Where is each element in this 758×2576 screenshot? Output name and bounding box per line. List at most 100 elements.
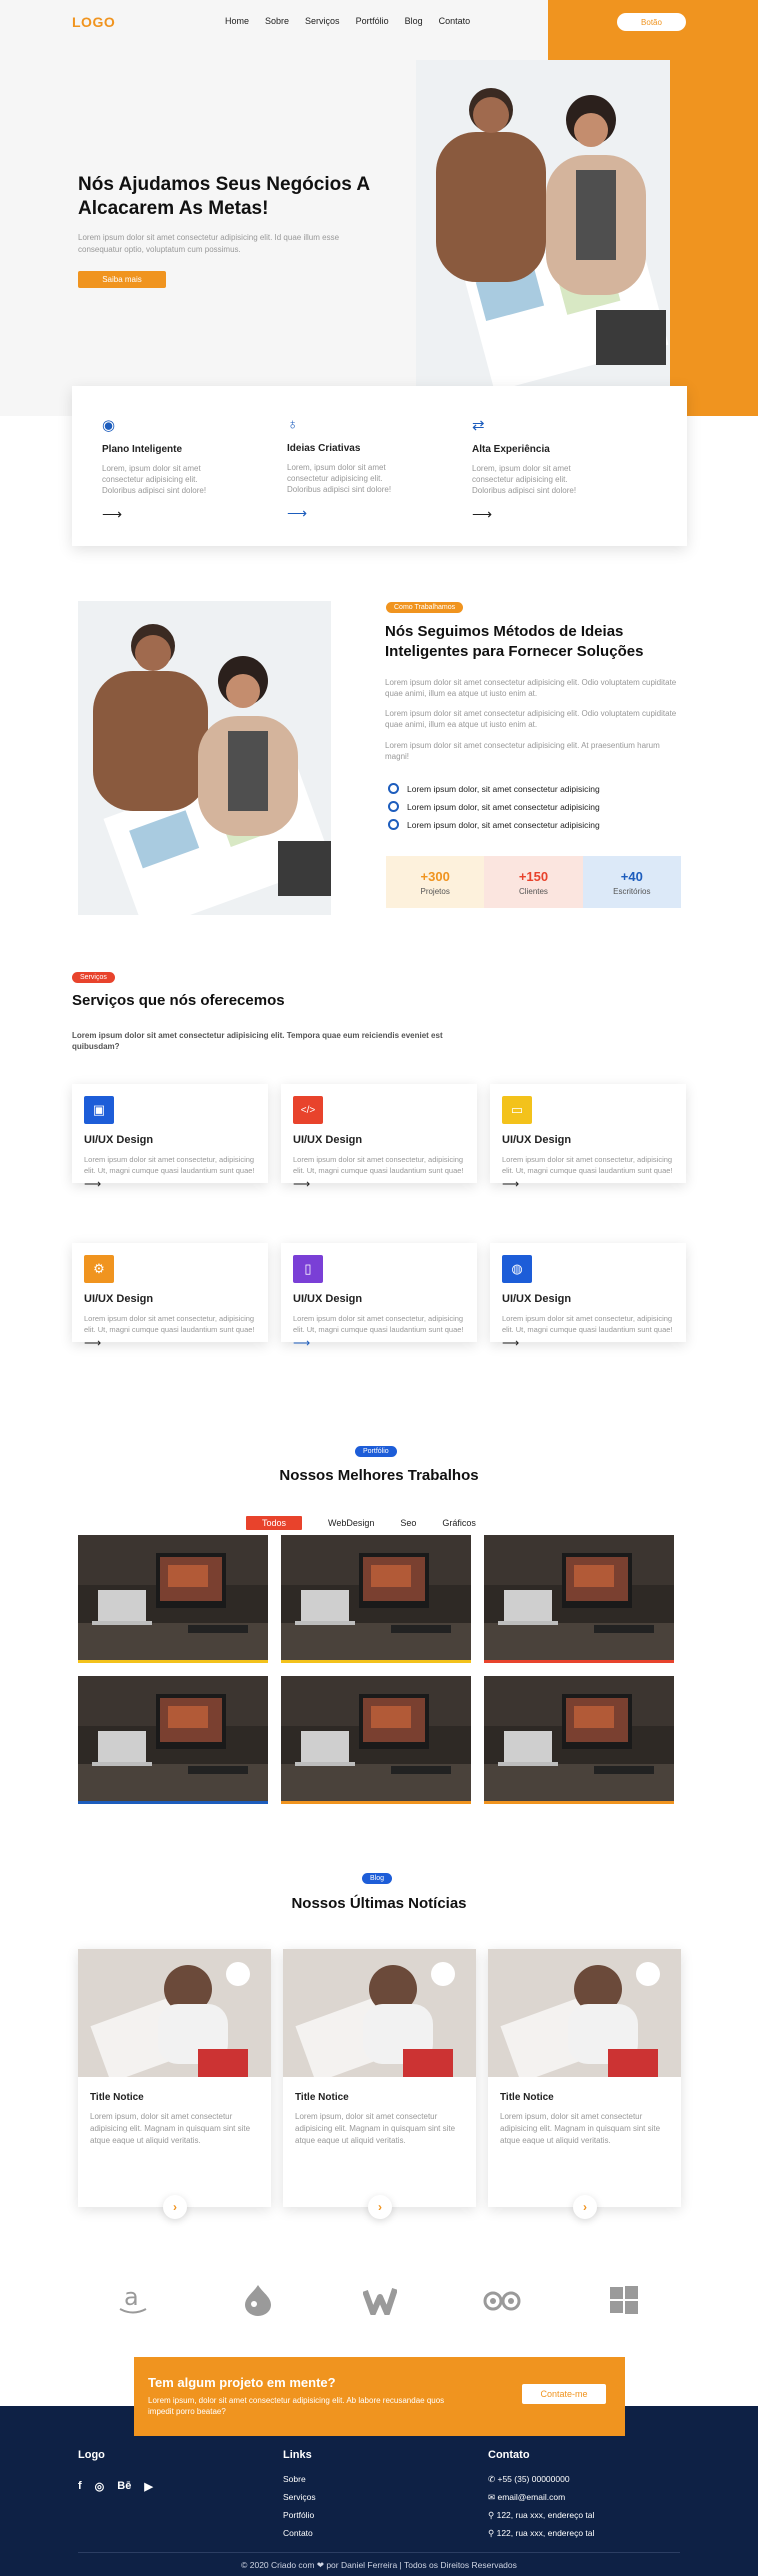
stat-value: +150 [518, 868, 549, 884]
post-title: Title Notice [295, 2092, 349, 2103]
chevron-right-icon[interactable]: › [573, 2195, 597, 2219]
blog-post-card[interactable]: Title Notice Lorem ipsum, dolor sit amet… [488, 1949, 681, 2207]
behance-icon[interactable]: Bē [117, 2480, 131, 2493]
footer-logo[interactable]: Logo [78, 2449, 105, 2461]
arrow-right-icon[interactable]: ⟶ [502, 1177, 674, 1191]
arrow-right-icon[interactable]: ⟶ [293, 1336, 465, 1350]
portfolio-accent-bar [484, 1801, 674, 1804]
address-text: 122, rua xxx, endereço tal [496, 2510, 595, 2520]
service-title: UI/UX Design [293, 1293, 363, 1305]
arrow-right-icon[interactable]: ⟶ [84, 1336, 256, 1350]
post-text: Lorem ipsum, dolor sit amet consectetur … [295, 2112, 456, 2145]
stat-value: +40 [620, 868, 643, 884]
nav-home[interactable]: Home [225, 16, 249, 26]
youtube-icon[interactable]: ▶ [144, 2480, 152, 2493]
arrow-right-icon[interactable]: ⟶ [84, 1177, 256, 1191]
service-title: UI/UX Design [502, 1134, 572, 1146]
service-card[interactable]: ◍ UI/UX Design Lorem ipsum dolor sit ame… [490, 1243, 686, 1350]
circle-check-icon [388, 819, 399, 830]
arrow-right-icon[interactable]: ⟶ [502, 1336, 674, 1350]
blog-post-image [283, 1949, 476, 2077]
facebook-icon[interactable]: f [78, 2480, 82, 2493]
portfolio-item[interactable] [281, 1676, 471, 1804]
check-item: Lorem ipsum dolor, sit amet consectetur … [388, 819, 600, 830]
service-title: UI/UX Design [84, 1134, 154, 1146]
id-card-icon: ▣ [84, 1096, 114, 1124]
footer-links: Sobre Serviços Portfólio Contato [283, 2470, 316, 2542]
tab-webdesign[interactable]: WebDesign [328, 1518, 374, 1528]
circle-check-icon [388, 783, 399, 794]
stat-label: Clientes [519, 886, 548, 896]
service-card[interactable]: </> UI/UX Design Lorem ipsum dolor sit a… [281, 1084, 477, 1191]
svg-text:a: a [124, 2283, 139, 2311]
portfolio-item[interactable] [484, 1676, 674, 1804]
drupal-icon [238, 2280, 278, 2320]
check-item: Lorem ipsum dolor, sit amet consectetur … [388, 783, 600, 794]
address-text: 122, rua xxx, endereço tal [496, 2528, 595, 2538]
nav-servicos[interactable]: Serviços [305, 16, 340, 26]
chevron-right-icon[interactable]: › [163, 2195, 187, 2219]
links-heading: Links [283, 2449, 312, 2461]
nav-portfolio[interactable]: Portfólio [356, 16, 389, 26]
nav-contato[interactable]: Contato [439, 16, 471, 26]
header-button[interactable]: Botão [617, 13, 686, 31]
arrow-right-icon[interactable]: ⟶ [472, 506, 637, 523]
windows-icon [604, 2280, 644, 2320]
feature-item: ⇄ Alta Experiência Lorem, ipsum dolor si… [472, 416, 657, 546]
blog-post-card[interactable]: Title Notice Lorem ipsum, dolor sit amet… [78, 1949, 271, 2207]
arrow-right-icon[interactable]: ⟶ [102, 506, 267, 523]
chevron-right-icon[interactable]: › [368, 2195, 392, 2219]
service-text: Lorem ipsum dolor sit amet consectetur, … [502, 1155, 673, 1175]
footer-link-portfolio[interactable]: Portfólio [283, 2506, 316, 2524]
service-text: Lorem ipsum dolor sit amet consectetur, … [84, 1314, 255, 1334]
contact-button[interactable]: Contate-me [522, 2384, 606, 2404]
portfolio-accent-bar [281, 1660, 471, 1663]
service-card[interactable]: ▭ UI/UX Design Lorem ipsum dolor sit ame… [490, 1084, 686, 1191]
stat-clients: +150 Clientes [484, 856, 583, 908]
blog-post-card[interactable]: Title Notice Lorem ipsum, dolor sit amet… [283, 1949, 476, 2207]
lightbulb-icon: ♁ [287, 416, 299, 433]
service-title: UI/UX Design [293, 1134, 363, 1146]
wattpad-icon [360, 2280, 400, 2320]
hero-cta-button[interactable]: Saiba mais [78, 271, 166, 288]
arrow-right-icon[interactable]: ⟶ [293, 1177, 465, 1191]
footer-link-servicos[interactable]: Serviços [283, 2488, 316, 2506]
portfolio-item[interactable] [78, 1535, 268, 1663]
nav-sobre[interactable]: Sobre [265, 16, 289, 26]
service-card[interactable]: ▯ UI/UX Design Lorem ipsum dolor sit ame… [281, 1243, 477, 1350]
phone-text: +55 (35) 00000000 [497, 2474, 570, 2484]
contact-address: ⚲ 122, rua xxx, endereço tal [488, 2506, 594, 2524]
portfolio-item[interactable] [484, 1535, 674, 1663]
service-text: Lorem ipsum dolor sit amet consectetur, … [502, 1314, 673, 1334]
stat-label: Escritórios [613, 886, 651, 896]
post-text: Lorem ipsum, dolor sit amet consectetur … [500, 2112, 661, 2145]
social-links: f ◎ Bē ▶ [78, 2480, 153, 2493]
tab-graficos[interactable]: Gráficos [442, 1518, 476, 1528]
services-subtitle: Lorem ipsum dolor sit amet consectetur a… [72, 1031, 443, 1051]
tab-seo[interactable]: Seo [400, 1518, 416, 1528]
portfolio-tabs: Todos WebDesign Seo Gráficos [246, 1516, 476, 1530]
portfolio-accent-bar [78, 1801, 268, 1804]
nav-blog[interactable]: Blog [405, 16, 423, 26]
feature-title: Plano Inteligente [102, 444, 183, 455]
tab-todos[interactable]: Todos [246, 1516, 303, 1530]
arrow-right-icon[interactable]: ⟶ [287, 505, 452, 522]
logo[interactable]: LOGO [72, 14, 115, 30]
footer-link-contato[interactable]: Contato [283, 2524, 316, 2542]
portfolio-item[interactable] [78, 1676, 268, 1804]
service-card[interactable]: ⚙ UI/UX Design Lorem ipsum dolor sit ame… [72, 1243, 268, 1350]
feature-item: ♁ Ideias Criativas Lorem, ipsum dolor si… [287, 416, 472, 546]
instagram-icon[interactable]: ◎ [95, 2480, 105, 2493]
email-text[interactable]: email@email.com [497, 2492, 565, 2502]
tripadvisor-icon [482, 2280, 522, 2320]
method-badge: Como Trabalhamos [386, 602, 464, 613]
footer-link-sobre[interactable]: Sobre [283, 2470, 316, 2488]
portfolio-accent-bar [281, 1801, 471, 1804]
exchange-icon: ⇄ [472, 417, 485, 434]
portfolio-item[interactable] [281, 1535, 471, 1663]
contact-heading: Contato [488, 2449, 530, 2461]
footer-divider [78, 2552, 680, 2553]
service-card[interactable]: ▣ UI/UX Design Lorem ipsum dolor sit ame… [72, 1084, 268, 1191]
check-label: Lorem ipsum dolor, sit amet consectetur … [407, 801, 600, 812]
gears-icon: ⚙ [84, 1255, 114, 1283]
